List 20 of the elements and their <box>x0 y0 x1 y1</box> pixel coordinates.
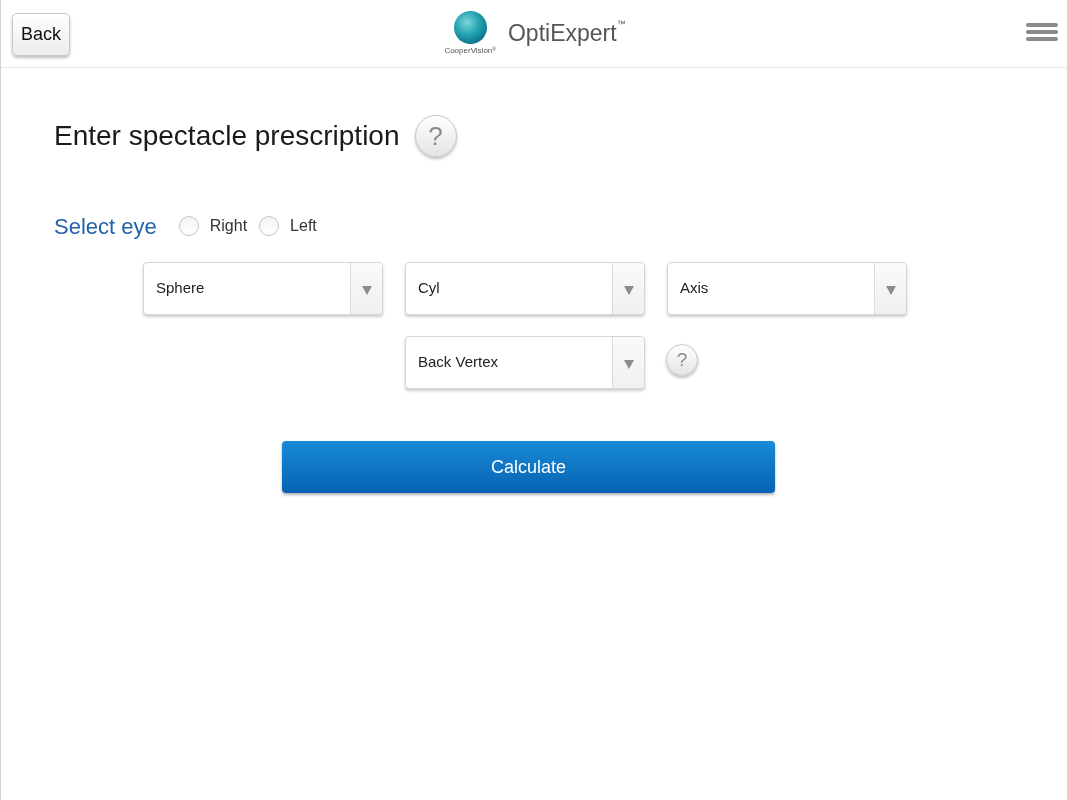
caret-icon <box>361 286 372 295</box>
dropdown-field[interactable]: Sphere <box>143 262 383 315</box>
dropdown-field[interactable]: Axis <box>667 262 907 315</box>
radio-label[interactable]: Left <box>290 214 317 238</box>
app-title: OptiExpert$^{™}$ <box>507 17 626 49</box>
caret-icon <box>623 286 634 295</box>
calculate-button[interactable]: Calculate <box>282 441 775 493</box>
select-eye-label: Select eye <box>54 212 157 241</box>
dropdown-field[interactable]: Cyl <box>405 262 645 315</box>
radio-label[interactable]: Right <box>209 214 248 238</box>
caret-icon <box>623 360 634 369</box>
radio-button[interactable] <box>259 216 280 236</box>
radio-button[interactable] <box>178 216 199 236</box>
dropdown-field[interactable]: Back Vertex <box>405 336 645 389</box>
menu-icon[interactable] <box>1026 23 1058 41</box>
back-button[interactable]: Back <box>12 13 70 56</box>
caret-icon <box>885 286 896 295</box>
brand-name: CooperVision$^{®}$ <box>444 46 496 56</box>
page-title: Enter spectacle prescription <box>54 119 400 153</box>
logo-icon <box>453 11 487 44</box>
